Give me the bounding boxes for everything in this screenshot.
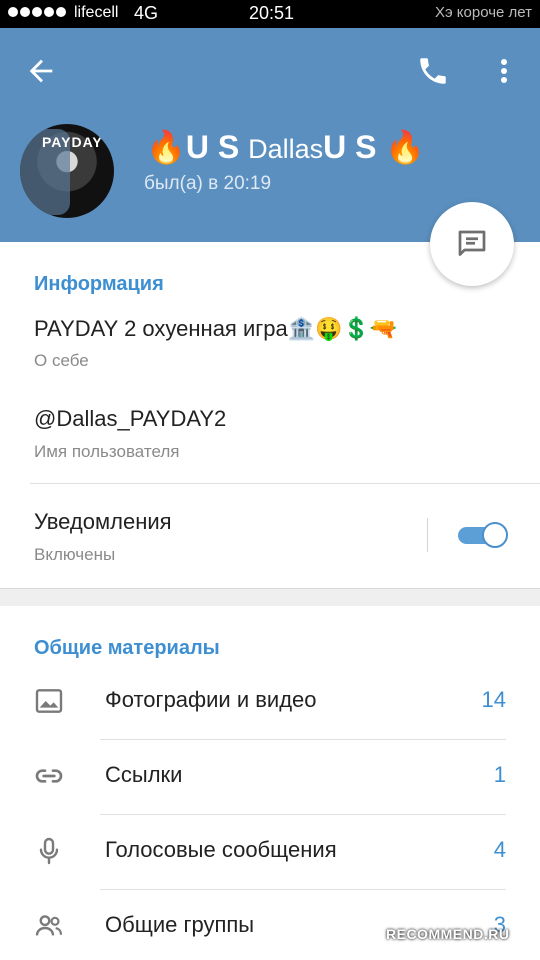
username-text[interactable]: @Dallas_PAYDAY2 (34, 406, 226, 432)
image-icon (35, 689, 63, 713)
back-arrow-icon[interactable] (24, 54, 58, 88)
watermark: RECOMMEND.RU (386, 926, 510, 942)
status-time: 20:51 (249, 3, 295, 23)
shared-photos-count: 14 (481, 687, 506, 712)
message-icon (458, 230, 486, 256)
username-label: Имя пользователя (34, 442, 180, 461)
shared-voice-row[interactable]: Голосовые сообщения 4 (0, 815, 540, 890)
shared-photos-row[interactable]: Фотографии и видео 14 (0, 665, 540, 740)
shared-groups-row[interactable]: Общие группы 3 (0, 890, 540, 960)
last-seen: был(а) в 20:19 (144, 173, 272, 194)
microphone-icon (39, 837, 59, 865)
send-message-button[interactable] (430, 202, 514, 286)
status-right-text: Хэ короче лет (434, 4, 532, 21)
contact-name: 🔥U S DallasU S 🔥 (146, 129, 426, 165)
shared-voice-count: 4 (493, 837, 506, 862)
link-icon (35, 769, 63, 783)
shared-links-count: 1 (493, 762, 506, 787)
shared-voice-label: Голосовые сообщения (105, 837, 337, 862)
status-bar: lifecell 4G 20:51 Хэ короче лет (0, 0, 540, 28)
shared-photos-label: Фотографии и видео (105, 687, 317, 712)
shared-links-label: Ссылки (105, 762, 183, 787)
carrier-name: lifecell (74, 4, 119, 21)
notifications-status: Включены (34, 545, 116, 564)
notifications-title[interactable]: Уведомления (34, 509, 172, 535)
section-gap (0, 588, 540, 606)
info-section-title: Информация (34, 273, 164, 295)
bio-text[interactable]: PAYDAY 2 охуенная игра🏦🤑💲🔫 (34, 316, 397, 342)
avatar-logo-text: PAYDAY (42, 134, 103, 150)
avatar[interactable]: PAYDAY (20, 124, 114, 218)
divider (30, 483, 540, 484)
signal-icon (8, 7, 66, 17)
notifications-toggle[interactable] (458, 521, 508, 549)
shared-groups-label: Общие группы (105, 912, 255, 937)
shared-section-title: Общие материалы (34, 637, 220, 659)
phone-icon[interactable] (416, 54, 450, 88)
group-icon (35, 915, 63, 936)
shared-links-row[interactable]: Ссылки 1 (0, 740, 540, 815)
bio-label: О себе (34, 351, 89, 370)
more-options-icon[interactable] (494, 54, 514, 88)
toggle-separator (427, 518, 428, 552)
network-type: 4G (134, 3, 159, 23)
